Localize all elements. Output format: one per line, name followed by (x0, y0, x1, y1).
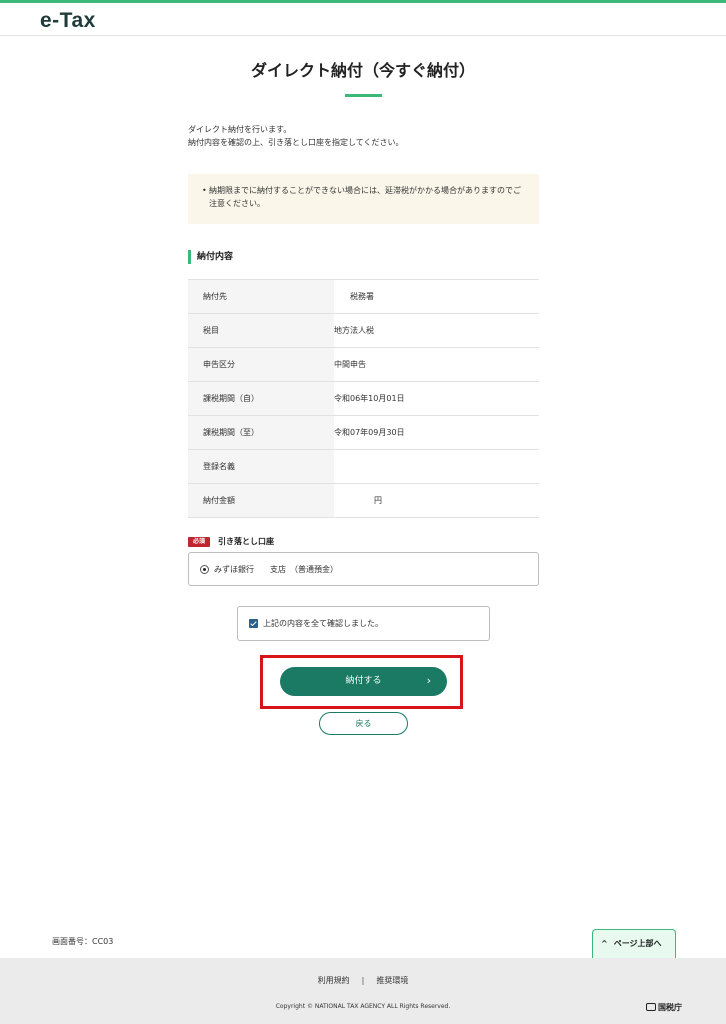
row-label: 税目 (188, 314, 334, 347)
table-row: 納付先 税務署 (188, 280, 539, 314)
row-value: 令和07年09月30日 (334, 428, 405, 437)
table-row: 課税期間（自） 令和06年10月01日 (188, 382, 539, 416)
copyright: Copyright © NATIONAL TAX AGENCY ALL Righ… (275, 1003, 451, 1010)
row-value (334, 450, 539, 483)
account-option-label: みずほ銀行 支店 （普通預金） (214, 565, 338, 574)
payment-details-heading: 納付内容 (188, 250, 233, 264)
nta-logo[interactable]: 国税庁 (646, 1002, 682, 1013)
title-underline (345, 94, 382, 97)
row-label: 申告区分 (188, 348, 334, 381)
page-title: ダイレクト納付（今すぐ納付） (250, 61, 475, 80)
notice-text: 納期限までに納付することができない場合には、延滞税がかかる場合がありますのでご注… (209, 186, 521, 208)
table-row: 申告区分 中間申告 (188, 348, 539, 382)
terms-link[interactable]: 利用規約 (318, 976, 350, 985)
row-value: 税務署 (334, 292, 374, 301)
table-row: 登録名義 (188, 450, 539, 484)
required-badge: 必須 (188, 537, 210, 547)
pay-button[interactable]: 納付する › (280, 667, 447, 696)
intro-text: ダイレクト納付を行います。 納付内容を確認の上、引き落とし口座を指定してください… (188, 123, 548, 149)
table-row: 課税期間（至） 令和07年09月30日 (188, 416, 539, 450)
confirm-checkbox-field[interactable]: 上記の内容を全て確認しました。 (237, 606, 490, 641)
row-label: 課税期間（至） (188, 416, 334, 449)
row-label: 納付先 (188, 280, 334, 313)
page-top-button[interactable]: ^ ページ上部へ (592, 929, 676, 958)
row-value: 令和06年10月01日 (334, 394, 405, 403)
confirm-label: 上記の内容を全て確認しました。 (263, 619, 383, 628)
page-top-label: ページ上部へ (613, 939, 662, 948)
chevron-right-icon: › (426, 674, 431, 687)
nta-logo-text: 国税庁 (658, 1003, 682, 1012)
screen-id: 画面番号：CC03 (52, 937, 114, 946)
top-bar: e-Tax (0, 0, 726, 36)
pay-button-label: 納付する (345, 676, 382, 686)
table-row: 税目 地方法人税 (188, 314, 539, 348)
row-label: 納付金額 (188, 484, 334, 517)
notice-bullet: • (202, 186, 207, 195)
environment-link[interactable]: 推奨環境 (376, 976, 408, 985)
row-label: 課税期間（自） (188, 382, 334, 415)
intro-line-1: ダイレクト納付を行います。 (188, 125, 292, 134)
back-button[interactable]: 戻る (319, 712, 408, 735)
account-label: 引き落とし口座 (218, 537, 274, 546)
row-value: 中間申告 (334, 360, 366, 369)
payment-details-table: 納付先 税務署 税目 地方法人税 申告区分 中間申告 課税期間（自） 令和06年… (188, 279, 539, 518)
confirm-checkbox[interactable] (249, 619, 258, 628)
nta-emblem-icon (646, 1003, 656, 1011)
footer-links: 利用規約 | 推奨環境 (0, 975, 726, 986)
intro-line-2: 納付内容を確認の上、引き落とし口座を指定してください。 (188, 138, 404, 147)
row-label: 登録名義 (188, 450, 334, 483)
row-value: 円 (334, 496, 382, 505)
chevron-up-icon: ^ (601, 939, 608, 948)
footer: 利用規約 | 推奨環境 Copyright © NATIONAL TAX AGENC… (0, 958, 726, 1024)
notice-box: • 納期限までに納付することができない場合には、延滞税がかかる場合がありますので… (188, 174, 539, 224)
row-value: 地方法人税 (334, 326, 374, 335)
account-option[interactable]: みずほ銀行 支店 （普通預金） (188, 552, 539, 586)
account-radio[interactable] (200, 565, 209, 574)
table-row: 納付金額 円 (188, 484, 539, 518)
etax-logo[interactable]: e-Tax (40, 9, 96, 33)
footer-separator: | (361, 976, 365, 985)
